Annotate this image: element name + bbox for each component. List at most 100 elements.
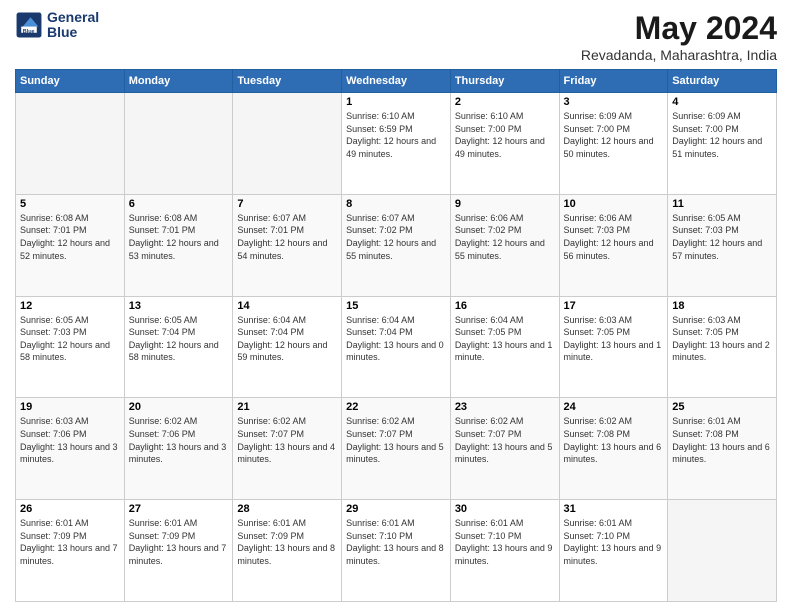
calendar-header-row: SundayMondayTuesdayWednesdayThursdayFrid…: [16, 70, 777, 93]
day-info: Sunrise: 6:02 AMSunset: 7:07 PMDaylight:…: [455, 415, 555, 465]
logo-text: General Blue: [47, 10, 99, 41]
calendar-cell: 27 Sunrise: 6:01 AMSunset: 7:09 PMDaylig…: [124, 500, 233, 602]
day-number: 4: [672, 96, 772, 108]
day-info: Sunrise: 6:01 AMSunset: 7:09 PMDaylight:…: [20, 517, 120, 567]
calendar-week-5: 26 Sunrise: 6:01 AMSunset: 7:09 PMDaylig…: [16, 500, 777, 602]
day-info: Sunrise: 6:07 AMSunset: 7:01 PMDaylight:…: [237, 212, 337, 262]
calendar-cell: 12 Sunrise: 6:05 AMSunset: 7:03 PMDaylig…: [16, 296, 125, 398]
day-number: 23: [455, 401, 555, 413]
day-number: 19: [20, 401, 120, 413]
calendar-cell: 10 Sunrise: 6:06 AMSunset: 7:03 PMDaylig…: [559, 194, 668, 296]
day-number: 26: [20, 503, 120, 515]
day-info: Sunrise: 6:09 AMSunset: 7:00 PMDaylight:…: [672, 110, 772, 160]
calendar-week-3: 12 Sunrise: 6:05 AMSunset: 7:03 PMDaylig…: [16, 296, 777, 398]
day-number: 6: [129, 198, 229, 210]
day-number: 7: [237, 198, 337, 210]
day-number: 5: [20, 198, 120, 210]
calendar-cell: 8 Sunrise: 6:07 AMSunset: 7:02 PMDayligh…: [342, 194, 451, 296]
day-header-thursday: Thursday: [450, 70, 559, 93]
day-info: Sunrise: 6:01 AMSunset: 7:10 PMDaylight:…: [455, 517, 555, 567]
day-number: 13: [129, 300, 229, 312]
day-info: Sunrise: 6:06 AMSunset: 7:03 PMDaylight:…: [564, 212, 664, 262]
day-header-sunday: Sunday: [16, 70, 125, 93]
day-info: Sunrise: 6:01 AMSunset: 7:08 PMDaylight:…: [672, 415, 772, 465]
day-info: Sunrise: 6:03 AMSunset: 7:05 PMDaylight:…: [564, 314, 664, 364]
calendar-cell: 2 Sunrise: 6:10 AMSunset: 7:00 PMDayligh…: [450, 93, 559, 195]
day-info: Sunrise: 6:04 AMSunset: 7:04 PMDaylight:…: [346, 314, 446, 364]
calendar-cell: 19 Sunrise: 6:03 AMSunset: 7:06 PMDaylig…: [16, 398, 125, 500]
day-info: Sunrise: 6:05 AMSunset: 7:03 PMDaylight:…: [20, 314, 120, 364]
calendar-cell: 6 Sunrise: 6:08 AMSunset: 7:01 PMDayligh…: [124, 194, 233, 296]
day-info: Sunrise: 6:01 AMSunset: 7:09 PMDaylight:…: [237, 517, 337, 567]
calendar-cell: 30 Sunrise: 6:01 AMSunset: 7:10 PMDaylig…: [450, 500, 559, 602]
calendar-table: SundayMondayTuesdayWednesdayThursdayFrid…: [15, 69, 777, 602]
day-info: Sunrise: 6:02 AMSunset: 7:07 PMDaylight:…: [237, 415, 337, 465]
day-info: Sunrise: 6:05 AMSunset: 7:03 PMDaylight:…: [672, 212, 772, 262]
calendar-cell: 17 Sunrise: 6:03 AMSunset: 7:05 PMDaylig…: [559, 296, 668, 398]
calendar-cell: 16 Sunrise: 6:04 AMSunset: 7:05 PMDaylig…: [450, 296, 559, 398]
calendar-cell: 31 Sunrise: 6:01 AMSunset: 7:10 PMDaylig…: [559, 500, 668, 602]
day-number: 24: [564, 401, 664, 413]
calendar-week-4: 19 Sunrise: 6:03 AMSunset: 7:06 PMDaylig…: [16, 398, 777, 500]
svg-text:Blue: Blue: [23, 29, 35, 35]
day-header-saturday: Saturday: [668, 70, 777, 93]
title-block: May 2024 Revadanda, Maharashtra, India: [581, 10, 777, 63]
calendar-cell: 7 Sunrise: 6:07 AMSunset: 7:01 PMDayligh…: [233, 194, 342, 296]
day-number: 1: [346, 96, 446, 108]
day-info: Sunrise: 6:04 AMSunset: 7:04 PMDaylight:…: [237, 314, 337, 364]
calendar-cell: 22 Sunrise: 6:02 AMSunset: 7:07 PMDaylig…: [342, 398, 451, 500]
day-number: 18: [672, 300, 772, 312]
calendar-cell: 18 Sunrise: 6:03 AMSunset: 7:05 PMDaylig…: [668, 296, 777, 398]
day-number: 17: [564, 300, 664, 312]
day-header-friday: Friday: [559, 70, 668, 93]
day-number: 31: [564, 503, 664, 515]
day-info: Sunrise: 6:02 AMSunset: 7:07 PMDaylight:…: [346, 415, 446, 465]
day-info: Sunrise: 6:03 AMSunset: 7:05 PMDaylight:…: [672, 314, 772, 364]
day-number: 2: [455, 96, 555, 108]
page: Blue General Blue May 2024 Revadanda, Ma…: [0, 0, 792, 612]
calendar-cell: 29 Sunrise: 6:01 AMSunset: 7:10 PMDaylig…: [342, 500, 451, 602]
calendar-cell: 23 Sunrise: 6:02 AMSunset: 7:07 PMDaylig…: [450, 398, 559, 500]
calendar-cell: 1 Sunrise: 6:10 AMSunset: 6:59 PMDayligh…: [342, 93, 451, 195]
day-number: 20: [129, 401, 229, 413]
calendar-cell: 4 Sunrise: 6:09 AMSunset: 7:00 PMDayligh…: [668, 93, 777, 195]
day-info: Sunrise: 6:08 AMSunset: 7:01 PMDaylight:…: [20, 212, 120, 262]
location: Revadanda, Maharashtra, India: [581, 47, 777, 63]
day-number: 10: [564, 198, 664, 210]
day-number: 9: [455, 198, 555, 210]
calendar-cell: 26 Sunrise: 6:01 AMSunset: 7:09 PMDaylig…: [16, 500, 125, 602]
calendar-week-2: 5 Sunrise: 6:08 AMSunset: 7:01 PMDayligh…: [16, 194, 777, 296]
calendar-cell: 25 Sunrise: 6:01 AMSunset: 7:08 PMDaylig…: [668, 398, 777, 500]
day-number: 14: [237, 300, 337, 312]
calendar-cell: 3 Sunrise: 6:09 AMSunset: 7:00 PMDayligh…: [559, 93, 668, 195]
calendar-cell: 14 Sunrise: 6:04 AMSunset: 7:04 PMDaylig…: [233, 296, 342, 398]
day-info: Sunrise: 6:10 AMSunset: 7:00 PMDaylight:…: [455, 110, 555, 160]
day-number: 11: [672, 198, 772, 210]
day-number: 29: [346, 503, 446, 515]
header: Blue General Blue May 2024 Revadanda, Ma…: [15, 10, 777, 63]
day-number: 30: [455, 503, 555, 515]
day-number: 15: [346, 300, 446, 312]
day-number: 12: [20, 300, 120, 312]
day-info: Sunrise: 6:09 AMSunset: 7:00 PMDaylight:…: [564, 110, 664, 160]
day-info: Sunrise: 6:01 AMSunset: 7:09 PMDaylight:…: [129, 517, 229, 567]
day-number: 27: [129, 503, 229, 515]
day-info: Sunrise: 6:10 AMSunset: 6:59 PMDaylight:…: [346, 110, 446, 160]
calendar-cell: 13 Sunrise: 6:05 AMSunset: 7:04 PMDaylig…: [124, 296, 233, 398]
day-info: Sunrise: 6:07 AMSunset: 7:02 PMDaylight:…: [346, 212, 446, 262]
day-header-monday: Monday: [124, 70, 233, 93]
day-info: Sunrise: 6:06 AMSunset: 7:02 PMDaylight:…: [455, 212, 555, 262]
day-number: 22: [346, 401, 446, 413]
calendar-cell: 21 Sunrise: 6:02 AMSunset: 7:07 PMDaylig…: [233, 398, 342, 500]
day-info: Sunrise: 6:03 AMSunset: 7:06 PMDaylight:…: [20, 415, 120, 465]
logo-icon: Blue: [15, 11, 43, 39]
day-number: 28: [237, 503, 337, 515]
calendar-cell: 28 Sunrise: 6:01 AMSunset: 7:09 PMDaylig…: [233, 500, 342, 602]
calendar-cell: 20 Sunrise: 6:02 AMSunset: 7:06 PMDaylig…: [124, 398, 233, 500]
day-number: 16: [455, 300, 555, 312]
day-number: 8: [346, 198, 446, 210]
day-info: Sunrise: 6:01 AMSunset: 7:10 PMDaylight:…: [346, 517, 446, 567]
calendar-week-1: 1 Sunrise: 6:10 AMSunset: 6:59 PMDayligh…: [16, 93, 777, 195]
day-header-wednesday: Wednesday: [342, 70, 451, 93]
month-title: May 2024: [581, 10, 777, 47]
